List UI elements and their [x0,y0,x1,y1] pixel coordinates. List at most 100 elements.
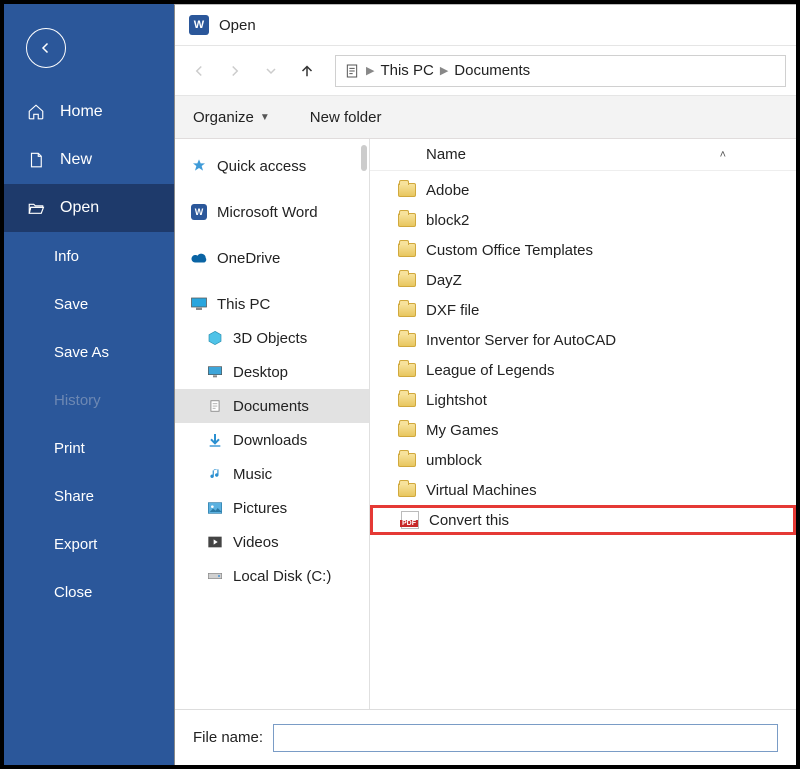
word-app-icon [189,15,209,35]
file-item-pdf[interactable]: Convert this [370,505,796,535]
open-file-dialog: Open ▶ This PC ▶ Documents Organize ▼ Ne… [174,4,796,765]
file-item-folder[interactable]: block2 [370,205,796,235]
file-name: DXF file [426,302,479,319]
file-item-folder[interactable]: Adobe [370,175,796,205]
file-item-folder[interactable]: umblock [370,445,796,475]
tree-quick-access[interactable]: Quick access [175,149,369,183]
folder-icon [398,483,416,497]
tree-3d-objects[interactable]: 3D Objects [175,321,369,355]
folder-icon [398,273,416,287]
menu-label: Info [54,248,79,265]
organize-button[interactable]: Organize ▼ [193,109,270,126]
file-name: DayZ [426,272,462,289]
file-name: Lightshot [426,392,487,409]
filename-label: File name: [193,729,263,746]
video-icon [205,535,225,549]
tree-label: Pictures [233,500,287,517]
file-item-folder[interactable]: Lightshot [370,385,796,415]
nav-up-icon[interactable] [293,57,321,85]
tree-onedrive[interactable]: OneDrive [175,241,369,275]
file-name: My Games [426,422,499,439]
word-icon [189,204,209,220]
tree-music[interactable]: Music [175,457,369,491]
tree-label: OneDrive [217,250,280,267]
tree-videos[interactable]: Videos [175,525,369,559]
menu-label: New [60,151,92,169]
pdf-icon [401,511,419,529]
file-item-folder[interactable]: DayZ [370,265,796,295]
tree-pictures[interactable]: Pictures [175,491,369,525]
word-backstage-panel: Home New Open Info Save Save As History … [4,4,174,765]
nav-recent-icon [257,57,285,85]
dialog-titlebar: Open [175,5,796,45]
drive-icon [205,570,225,582]
menu-new[interactable]: New [4,136,174,184]
file-item-folder[interactable]: League of Legends [370,355,796,385]
menu-label: Share [54,488,94,505]
tree-label: Local Disk (C:) [233,568,331,585]
tree-documents[interactable]: Documents [175,389,369,423]
menu-close[interactable]: Close [4,568,174,616]
new-doc-icon [26,151,46,169]
folder-icon [398,303,416,317]
tree-this-pc[interactable]: This PC [175,287,369,321]
menu-label: Save As [54,344,109,361]
menu-history: History [4,376,174,424]
menu-open[interactable]: Open [4,184,174,232]
column-name[interactable]: Name [426,146,466,163]
file-item-folder[interactable]: Virtual Machines [370,475,796,505]
open-folder-icon [26,199,46,217]
file-item-folder[interactable]: DXF file [370,295,796,325]
breadcrumb-bar[interactable]: ▶ This PC ▶ Documents [335,55,786,87]
tree-downloads[interactable]: Downloads [175,423,369,457]
scrollbar-thumb[interactable] [361,145,367,171]
nav-forward-icon [221,57,249,85]
tree-desktop[interactable]: Desktop [175,355,369,389]
breadcrumb-this-pc[interactable]: This PC [380,62,433,79]
folder-icon [398,453,416,467]
file-name: Adobe [426,182,469,199]
folder-icon [398,363,416,377]
file-list-pane: Name ˄ Adobe block2Custom Office Template… [370,139,796,709]
new-folder-button[interactable]: New folder [310,109,382,126]
file-item-folder[interactable]: Inventor Server for AutoCAD [370,325,796,355]
menu-label: Home [60,103,103,121]
dialog-toolbar: Organize ▼ New folder [175,95,796,139]
column-header-row: Name ˄ [370,139,796,171]
menu-info[interactable]: Info [4,232,174,280]
folder-icon [398,423,416,437]
star-icon [189,158,209,174]
monitor-icon [189,296,209,312]
breadcrumb-documents[interactable]: Documents [454,62,530,79]
filename-input[interactable] [273,724,778,752]
menu-label: History [54,392,101,409]
file-name: Convert this [429,512,509,529]
tree-microsoft-word[interactable]: Microsoft Word [175,195,369,229]
menu-label: Export [54,536,97,553]
back-button[interactable] [26,28,66,68]
file-item-folder[interactable]: Custom Office Templates [370,235,796,265]
picture-icon [205,501,225,515]
menu-share[interactable]: Share [4,472,174,520]
folder-icon [398,393,416,407]
download-icon [205,432,225,448]
nav-back-icon [185,57,213,85]
menu-label: Close [54,584,92,601]
folder-icon [398,183,416,197]
file-item-folder[interactable]: My Games [370,415,796,445]
tree-label: This PC [217,296,270,313]
file-name: umblock [426,452,482,469]
organize-label: Organize [193,109,254,126]
file-name: League of Legends [426,362,554,379]
menu-save-as[interactable]: Save As [4,328,174,376]
menu-save[interactable]: Save [4,280,174,328]
nav-row: ▶ This PC ▶ Documents [175,45,796,95]
tree-label: Documents [233,398,309,415]
menu-home[interactable]: Home [4,88,174,136]
file-name: Inventor Server for AutoCAD [426,332,616,349]
menu-export[interactable]: Export [4,520,174,568]
filename-row: File name: [175,709,796,765]
tree-local-disk[interactable]: Local Disk (C:) [175,559,369,593]
sort-indicator-icon: ˄ [720,149,726,161]
menu-print[interactable]: Print [4,424,174,472]
